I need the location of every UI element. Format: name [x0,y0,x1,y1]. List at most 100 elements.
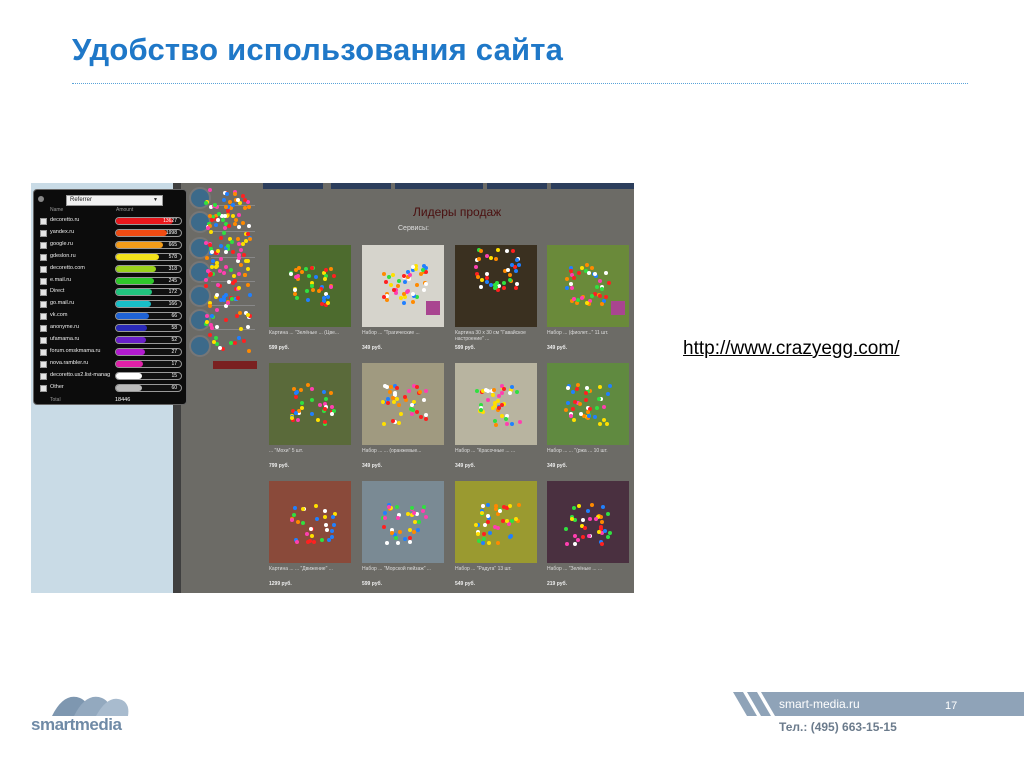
product-price: 799 руб. [269,463,289,469]
product-caption[interactable]: Набор ... "Красочные ... ... [455,448,540,454]
referrer-name: anonyme.ru [50,324,80,331]
referrer-row[interactable]: gdeslon.ru 578 [34,252,186,264]
product-image[interactable] [547,481,629,563]
referrer-row[interactable]: go.mail.ru 166 [34,299,186,311]
click-dot [207,303,212,308]
amount-bar: 66 [115,312,182,321]
top-banner-strip [263,183,323,189]
click-dot [243,272,248,277]
referrer-row[interactable]: yandex.ru 1998 [34,228,186,240]
click-dot [322,277,327,282]
product-caption[interactable]: Набор ... (фиолет..." 11 шт. [547,330,632,336]
click-dot [575,298,580,303]
column-header-amount: Amount [116,207,134,213]
row-checkbox[interactable] [40,241,47,249]
row-checkbox[interactable] [40,384,47,392]
click-dot [493,506,498,511]
row-checkbox[interactable] [40,325,47,333]
click-dot [410,291,415,296]
click-dot [407,527,412,532]
click-dot [605,421,610,426]
row-checkbox[interactable] [40,277,47,285]
click-dot [295,417,300,422]
referrer-panel: Referrer ▼ Name Amount decoretto.ru 13627… [33,189,187,405]
row-checkbox[interactable] [40,337,47,344]
product-caption[interactable]: Набор ... "Морской пейзаж" ... [362,566,447,572]
row-checkbox[interactable] [40,301,47,309]
row-checkbox[interactable] [40,229,47,237]
referrer-row[interactable]: vk.com 66 [34,311,186,323]
product-caption[interactable]: Набор ... "Радуга" 13 шт. [455,566,540,572]
product-image[interactable] [362,481,444,563]
click-dot [242,205,247,210]
referrer-row[interactable]: forum.omskmama.ru 27 [34,347,186,359]
product-caption[interactable]: Набор ... ... (оранжевые... [362,448,447,454]
referrer-row[interactable]: decoretto.us2.list-manag 15 [34,371,186,383]
click-dot [247,237,252,242]
row-checkbox[interactable] [40,289,47,297]
product-image[interactable] [547,363,629,445]
row-checkbox[interactable] [40,372,47,380]
referrer-row[interactable]: nova.rambler.ru 17 [34,359,186,371]
amount-value: 578 [168,253,177,260]
product-image[interactable] [362,363,444,445]
click-dot [294,295,299,300]
click-dot [514,390,519,395]
product-image[interactable] [455,481,537,563]
referrer-row[interactable]: ufamama.ru 52 [34,335,186,347]
referrer-dropdown[interactable]: Referrer ▼ [66,195,163,206]
referrer-row[interactable]: e.mail.ru 245 [34,276,186,288]
product-caption[interactable]: Картина 30 х 30 см "Гавайское настроение… [455,330,540,342]
amount-value: 13627 [163,218,177,224]
referrer-row[interactable]: google.ru 665 [34,240,186,252]
click-dot [504,248,509,253]
click-dot [478,248,483,253]
row-checkbox[interactable] [40,313,47,321]
row-checkbox[interactable] [40,253,47,261]
referrer-row[interactable]: anonyme.ru 58 [34,323,186,335]
referrer-row[interactable]: decoretto.com 318 [34,264,186,276]
amount-bar: 15 [115,371,182,380]
product-caption[interactable]: ... "Мохи" 5 шт. [269,448,354,454]
referrer-name: Direct [50,288,65,295]
click-dot [387,390,392,395]
row-checkbox[interactable] [40,265,47,273]
click-dot [412,529,417,534]
referrer-row[interactable]: decoretto.ru 13627 [34,216,186,228]
click-dot [594,406,599,410]
product-caption[interactable]: Набор ... "Трагические ... [362,330,447,336]
click-dot [495,398,500,403]
click-dot [332,273,337,278]
amount-bar: 318 [115,264,182,273]
close-icon[interactable] [38,196,44,202]
referrer-row[interactable]: Direct 172 [34,287,186,299]
click-dot [298,387,303,392]
click-dot [411,510,416,515]
click-dot [323,419,328,424]
product-caption[interactable]: Картина ... ... "Движение" ... [269,566,354,572]
click-dot [571,417,576,422]
product-image[interactable] [269,363,351,445]
click-dot [570,390,575,395]
row-checkbox[interactable] [40,348,47,356]
click-dot [243,239,248,244]
click-dot [235,236,240,241]
crazyegg-link[interactable]: http://www.crazyegg.com/ [683,338,899,360]
footer-site: smart-media.ru [779,697,860,711]
amount-bar-fill [116,325,147,332]
click-dot [564,286,569,291]
sale-badge [426,301,440,315]
click-dot [217,268,222,273]
referrer-row[interactable]: Other 60 [34,383,186,395]
row-checkbox[interactable] [40,360,47,368]
click-dot [236,212,241,217]
top-banner-strip [331,183,391,189]
product-image[interactable] [269,481,351,563]
click-dot [235,295,240,300]
product-caption[interactable]: Набор ... "Зелёные ... ... [547,566,632,572]
product-caption[interactable]: Набор ... ... "(ржа ... 10 шт. [547,448,632,454]
row-checkbox[interactable] [40,218,47,225]
click-dot [394,385,399,390]
click-dot [204,283,209,288]
product-caption[interactable]: Картина ... "Зелёные ... (Цве... [269,330,354,336]
